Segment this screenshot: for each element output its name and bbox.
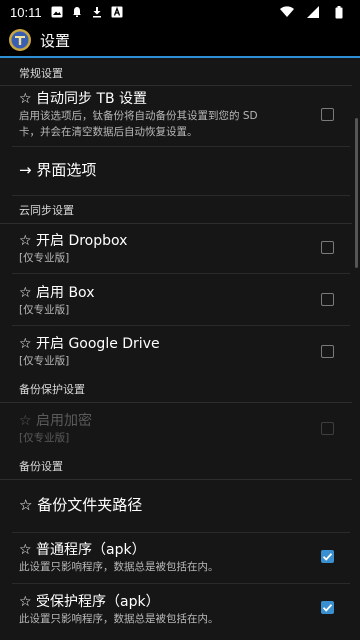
battery-icon <box>332 5 346 19</box>
setting-title: ☆ 开启 Dropbox <box>19 233 128 249</box>
setting-title: ☆ 备份文件夹路径 <box>19 496 143 514</box>
setting-title: ☆ 启用加密 <box>19 413 93 429</box>
divider <box>12 325 350 326</box>
notification-bell-icon <box>70 5 84 19</box>
setting-protected-apps[interactable]: ☆ 受保护程序（apk） 此设置只影响程序，数据总是被包括在内。 <box>0 593 352 629</box>
setting-title: ☆ 受保护程序（apk） <box>19 594 160 610</box>
status-bar: 10:11 <box>0 0 360 24</box>
box-checkbox[interactable] <box>321 293 334 306</box>
setting-normal-apps[interactable]: ☆ 普通程序（apk） 此设置只影响程序，数据总是被包括在内。 <box>0 541 352 577</box>
section-header-cloud: 云同步设置 <box>0 200 352 224</box>
photos-icon <box>50 5 64 19</box>
setting-summary: 此设置只影响程序，数据总是被包括在内。 <box>19 561 219 573</box>
setting-box[interactable]: ☆ 启用 Box [仅专业版] <box>0 284 352 320</box>
checkmark-icon <box>322 604 333 612</box>
setting-title: ☆ 启用 Box <box>19 285 95 301</box>
app-notification-icon <box>110 5 124 19</box>
divider <box>12 195 350 196</box>
titanium-backup-logo-icon[interactable] <box>8 28 32 52</box>
setting-backup-folder-path[interactable]: ☆ 备份文件夹路径 <box>0 496 352 520</box>
divider <box>12 146 350 147</box>
setting-summary-line2: 卡，并会在清空数据后自动恢复设置。 <box>19 126 198 138</box>
setting-title: ☆ 开启 Google Drive <box>19 336 160 352</box>
google-drive-checkbox[interactable] <box>321 345 334 358</box>
wifi-icon <box>280 5 294 19</box>
setting-summary: [仅专业版] <box>19 355 70 367</box>
protected-apps-checkbox[interactable] <box>321 601 334 614</box>
setting-title: ☆ 普通程序（apk） <box>19 542 146 558</box>
setting-summary: 此设置只影响程序，数据总是被包括在内。 <box>19 613 219 625</box>
checkmark-icon <box>322 553 333 561</box>
setting-auto-sync[interactable]: ☆ 自动同步 TB 设置 启用该选项后，钛备份将自动备份其设置到您的 SD 卡，… <box>0 90 352 142</box>
status-time: 10:11 <box>10 4 42 20</box>
normal-apps-checkbox[interactable] <box>321 550 334 563</box>
dropbox-checkbox[interactable] <box>321 241 334 254</box>
setting-summary: [仅专业版] <box>19 432 70 444</box>
setting-summary: [仅专业版] <box>19 304 70 316</box>
scrollbar[interactable] <box>355 118 358 268</box>
encryption-checkbox <box>321 422 334 435</box>
signal-icon <box>306 5 320 19</box>
divider <box>12 532 350 533</box>
divider <box>12 273 350 274</box>
setting-title: → 界面选项 <box>19 161 97 179</box>
auto-sync-checkbox[interactable] <box>321 108 334 121</box>
setting-encryption: ☆ 启用加密 [仅专业版] <box>0 412 352 448</box>
setting-ui-options[interactable]: → 界面选项 <box>0 161 352 185</box>
setting-google-drive[interactable]: ☆ 开启 Google Drive [仅专业版] <box>0 335 352 371</box>
setting-summary-line1: 启用该选项后，钛备份将自动备份其设置到您的 SD <box>19 110 258 122</box>
page-title: 设置 <box>40 31 71 50</box>
section-header-backup: 备份设置 <box>0 456 352 480</box>
setting-summary: [仅专业版] <box>19 252 70 264</box>
app-bar: 设置 <box>0 24 360 56</box>
setting-title: ☆ 自动同步 TB 设置 <box>19 91 148 107</box>
setting-dropbox[interactable]: ☆ 开启 Dropbox [仅专业版] <box>0 232 352 268</box>
download-icon <box>90 5 104 19</box>
section-header-backup-protection: 备份保护设置 <box>0 379 352 403</box>
divider <box>12 583 350 584</box>
section-header-general: 常规设置 <box>0 64 352 86</box>
settings-list[interactable]: 常规设置 ☆ 自动同步 TB 设置 启用该选项后，钛备份将自动备份其设置到您的 … <box>0 58 360 640</box>
